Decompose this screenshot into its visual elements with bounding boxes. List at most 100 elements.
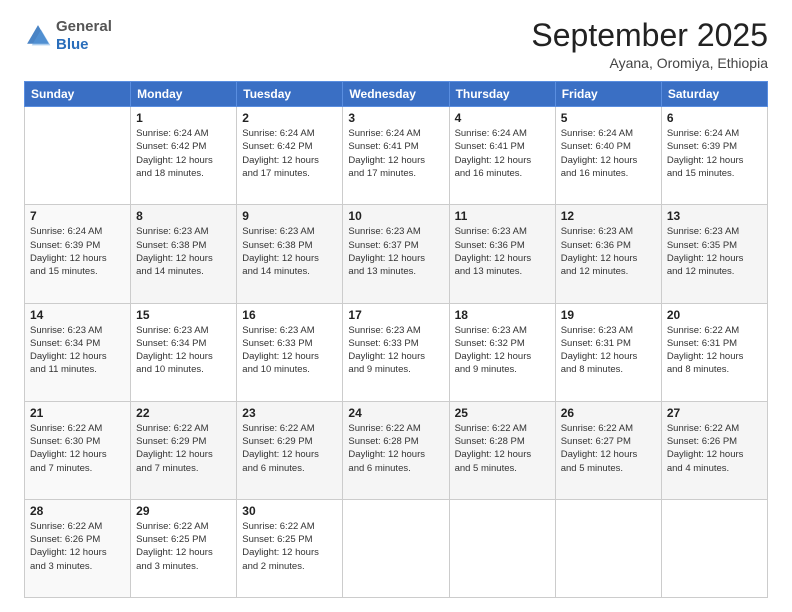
day-info: Sunrise: 6:22 AM Sunset: 6:27 PM Dayligh… (561, 422, 656, 475)
day-info: Sunrise: 6:23 AM Sunset: 6:33 PM Dayligh… (348, 324, 443, 377)
day-number: 10 (348, 209, 443, 223)
day-number: 14 (30, 308, 125, 322)
day-number: 24 (348, 406, 443, 420)
calendar-cell: 18Sunrise: 6:23 AM Sunset: 6:32 PM Dayli… (449, 303, 555, 401)
day-number: 4 (455, 111, 550, 125)
day-info: Sunrise: 6:23 AM Sunset: 6:36 PM Dayligh… (455, 225, 550, 278)
calendar-cell: 13 Sunrise: 6:23 AM Sunset: 6:35 PM Dayli… (661, 205, 767, 303)
calendar-cell: 2 Sunrise: 6:24 AM Sunset: 6:42 PM Daylig… (237, 107, 343, 205)
calendar-cell: 16 Sunrise: 6:23 AM Sunset: 6:33 PM Dayli… (237, 303, 343, 401)
day-number: 28 (30, 504, 125, 518)
calendar-week-row: 1 Sunrise: 6:24 AM Sunset: 6:42 PM Daylig… (25, 107, 768, 205)
calendar-header-thursday: Thursday (449, 82, 555, 107)
calendar-header-monday: Monday (131, 82, 237, 107)
day-info: Sunrise: 6:23 AM Sunset: 6:35 PM Dayligh… (667, 225, 762, 278)
calendar-cell: 7Sunrise: 6:24 AM Sunset: 6:39 PM Daylig… (25, 205, 131, 303)
day-info: Sunrise: 6:23 AM Sunset: 6:38 PM Dayligh… (242, 225, 337, 278)
day-info: Sunrise: 6:24 AM Sunset: 6:39 PM Dayligh… (667, 127, 762, 180)
calendar-cell (555, 499, 661, 597)
day-info: Sunrise: 6:22 AM Sunset: 6:28 PM Dayligh… (348, 422, 443, 475)
calendar-cell: 4 Sunrise: 6:24 AM Sunset: 6:41 PM Daylig… (449, 107, 555, 205)
day-number: 21 (30, 406, 125, 420)
calendar-cell: 15Sunrise: 6:23 AM Sunset: 6:34 PM Dayli… (131, 303, 237, 401)
day-number: 27 (667, 406, 762, 420)
logo-general: General (56, 18, 112, 35)
day-number: 16 (242, 308, 337, 322)
logo-icon (24, 22, 52, 50)
calendar-cell: 29Sunrise: 6:22 AM Sunset: 6:25 PM Dayli… (131, 499, 237, 597)
day-info: Sunrise: 6:22 AM Sunset: 6:30 PM Dayligh… (30, 422, 125, 475)
calendar-header-sunday: Sunday (25, 82, 131, 107)
day-info: Sunrise: 6:24 AM Sunset: 6:42 PM Dayligh… (242, 127, 337, 180)
calendar-cell: 1Sunrise: 6:24 AM Sunset: 6:42 PM Daylig… (131, 107, 237, 205)
calendar-cell (343, 499, 449, 597)
day-number: 5 (561, 111, 656, 125)
day-number: 1 (136, 111, 231, 125)
day-number: 6 (667, 111, 762, 125)
day-info: Sunrise: 6:22 AM Sunset: 6:25 PM Dayligh… (242, 520, 337, 573)
day-info: Sunrise: 6:24 AM Sunset: 6:41 PM Dayligh… (455, 127, 550, 180)
month-title: September 2025 (531, 18, 768, 53)
calendar-cell: 25 Sunrise: 6:22 AM Sunset: 6:28 PM Dayli… (449, 401, 555, 499)
day-info: Sunrise: 6:24 AM Sunset: 6:40 PM Dayligh… (561, 127, 656, 180)
day-info: Sunrise: 6:22 AM Sunset: 6:28 PM Dayligh… (455, 422, 550, 475)
calendar-cell: 23 Sunrise: 6:22 AM Sunset: 6:29 PM Dayli… (237, 401, 343, 499)
day-info: Sunrise: 6:22 AM Sunset: 6:29 PM Dayligh… (136, 422, 231, 475)
calendar-header-saturday: Saturday (661, 82, 767, 107)
day-info: Sunrise: 6:22 AM Sunset: 6:25 PM Dayligh… (136, 520, 231, 573)
day-info: Sunrise: 6:22 AM Sunset: 6:29 PM Dayligh… (242, 422, 337, 475)
calendar-header-wednesday: Wednesday (343, 82, 449, 107)
day-number: 2 (242, 111, 337, 125)
day-number: 9 (242, 209, 337, 223)
calendar-cell (449, 499, 555, 597)
day-number: 17 (348, 308, 443, 322)
calendar-cell (661, 499, 767, 597)
day-number: 30 (242, 504, 337, 518)
calendar-cell: 6 Sunrise: 6:24 AM Sunset: 6:39 PM Daylig… (661, 107, 767, 205)
day-info: Sunrise: 6:22 AM Sunset: 6:31 PM Dayligh… (667, 324, 762, 377)
calendar-cell: 14 Sunrise: 6:23 AM Sunset: 6:34 PM Dayli… (25, 303, 131, 401)
day-number: 26 (561, 406, 656, 420)
logo-blue: Blue (56, 36, 89, 53)
calendar-cell: 17 Sunrise: 6:23 AM Sunset: 6:33 PM Dayli… (343, 303, 449, 401)
day-number: 13 (667, 209, 762, 223)
calendar-cell: 24 Sunrise: 6:22 AM Sunset: 6:28 PM Dayli… (343, 401, 449, 499)
calendar-cell (25, 107, 131, 205)
day-info: Sunrise: 6:23 AM Sunset: 6:33 PM Dayligh… (242, 324, 337, 377)
day-number: 15 (136, 308, 231, 322)
day-info: Sunrise: 6:23 AM Sunset: 6:34 PM Dayligh… (30, 324, 125, 377)
title-block: September 2025 Ayana, Oromiya, Ethiopia (531, 18, 768, 71)
calendar-cell: 5 Sunrise: 6:24 AM Sunset: 6:40 PM Daylig… (555, 107, 661, 205)
calendar-cell: 9 Sunrise: 6:23 AM Sunset: 6:38 PM Daylig… (237, 205, 343, 303)
day-number: 23 (242, 406, 337, 420)
calendar-header-tuesday: Tuesday (237, 82, 343, 107)
calendar-week-row: 21 Sunrise: 6:22 AM Sunset: 6:30 PM Dayli… (25, 401, 768, 499)
calendar-cell: 20Sunrise: 6:22 AM Sunset: 6:31 PM Dayli… (661, 303, 767, 401)
day-number: 25 (455, 406, 550, 420)
day-number: 7 (30, 209, 125, 223)
day-number: 3 (348, 111, 443, 125)
day-info: Sunrise: 6:23 AM Sunset: 6:37 PM Dayligh… (348, 225, 443, 278)
calendar-cell: 12Sunrise: 6:23 AM Sunset: 6:36 PM Dayli… (555, 205, 661, 303)
day-info: Sunrise: 6:23 AM Sunset: 6:38 PM Dayligh… (136, 225, 231, 278)
calendar-cell: 22Sunrise: 6:22 AM Sunset: 6:29 PM Dayli… (131, 401, 237, 499)
day-info: Sunrise: 6:22 AM Sunset: 6:26 PM Dayligh… (667, 422, 762, 475)
calendar-table: SundayMondayTuesdayWednesdayThursdayFrid… (24, 81, 768, 598)
calendar-header-row: SundayMondayTuesdayWednesdayThursdayFrid… (25, 82, 768, 107)
calendar-cell: 30 Sunrise: 6:22 AM Sunset: 6:25 PM Dayli… (237, 499, 343, 597)
day-info: Sunrise: 6:24 AM Sunset: 6:41 PM Dayligh… (348, 127, 443, 180)
calendar-cell: 10 Sunrise: 6:23 AM Sunset: 6:37 PM Dayli… (343, 205, 449, 303)
day-info: Sunrise: 6:23 AM Sunset: 6:36 PM Dayligh… (561, 225, 656, 278)
calendar-cell: 26 Sunrise: 6:22 AM Sunset: 6:27 PM Dayli… (555, 401, 661, 499)
page: General Blue September 2025 Ayana, Oromi… (0, 0, 792, 612)
calendar-cell: 8Sunrise: 6:23 AM Sunset: 6:38 PM Daylig… (131, 205, 237, 303)
day-info: Sunrise: 6:23 AM Sunset: 6:31 PM Dayligh… (561, 324, 656, 377)
day-number: 11 (455, 209, 550, 223)
logo-text: General Blue (56, 18, 112, 54)
calendar-week-row: 7Sunrise: 6:24 AM Sunset: 6:39 PM Daylig… (25, 205, 768, 303)
day-info: Sunrise: 6:22 AM Sunset: 6:26 PM Dayligh… (30, 520, 125, 573)
logo: General Blue (24, 18, 112, 54)
calendar-cell: 19Sunrise: 6:23 AM Sunset: 6:31 PM Dayli… (555, 303, 661, 401)
calendar-cell: 21 Sunrise: 6:22 AM Sunset: 6:30 PM Dayli… (25, 401, 131, 499)
calendar-cell: 11 Sunrise: 6:23 AM Sunset: 6:36 PM Dayli… (449, 205, 555, 303)
